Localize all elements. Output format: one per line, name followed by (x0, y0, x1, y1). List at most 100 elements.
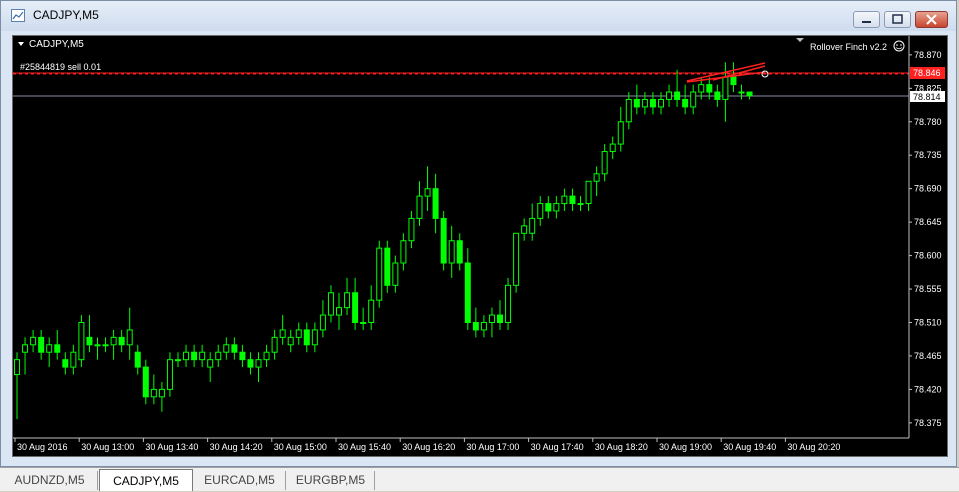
time-tick-label: 30 Aug 20:20 (787, 442, 840, 452)
candle (432, 173, 439, 234)
candle (239, 344, 246, 368)
candle (166, 352, 173, 397)
candle (641, 92, 648, 115)
candle (142, 359, 149, 405)
tab-eurgbp-m5[interactable]: EURGBP,M5 (287, 471, 375, 490)
candle (271, 329, 278, 360)
candle (327, 285, 334, 323)
candle (46, 337, 53, 368)
window-title: CADJPY,M5 (33, 8, 99, 22)
candle (62, 352, 69, 375)
candle (78, 315, 85, 368)
time-tick-label: 30 Aug 19:40 (723, 442, 776, 452)
candle (480, 315, 487, 338)
candle (255, 352, 262, 382)
candle (464, 248, 471, 330)
candle (714, 84, 721, 107)
candle (30, 329, 37, 353)
candle (150, 374, 157, 405)
candle (488, 307, 495, 338)
candle (134, 344, 141, 375)
price-tick-label: 78.870 (914, 50, 942, 60)
candle (223, 337, 230, 360)
candle (513, 232, 520, 293)
candle (561, 188, 568, 211)
title-bar[interactable]: CADJPY,M5 (1, 1, 956, 31)
candle (22, 337, 29, 375)
close-button[interactable] (915, 11, 948, 28)
candle (593, 166, 600, 197)
candle (158, 381, 165, 412)
tab-cadjpy-m5[interactable]: CADJPY,M5 (99, 469, 193, 491)
chart-shift-marker-icon (796, 38, 804, 42)
time-tick-label: 30 Aug 16:20 (402, 442, 455, 452)
candle (38, 329, 45, 360)
candle (545, 196, 552, 219)
candle (102, 337, 109, 353)
candle (392, 255, 399, 293)
time-tick-label: 30 Aug 14:20 (210, 442, 263, 452)
candle (553, 196, 560, 219)
candle (191, 344, 198, 368)
candle (746, 91, 753, 100)
candle (569, 188, 576, 211)
price-tick-label: 78.555 (914, 284, 942, 294)
candle (360, 307, 367, 330)
tab-eurcad-m5[interactable]: EURCAD,M5 (194, 471, 286, 490)
price-tick-label: 78.600 (914, 251, 942, 261)
order-price-tag-label: 78.846 (913, 68, 941, 78)
time-tick-label: 30 Aug 19:00 (659, 442, 712, 452)
candle (231, 337, 238, 360)
tab-audnzd-m5[interactable]: AUDNZD,M5 (2, 471, 98, 490)
maximize-button[interactable] (884, 11, 911, 28)
candle (118, 329, 125, 353)
candle (730, 62, 737, 93)
price-tick-label: 78.465 (914, 351, 942, 361)
time-tick-label: 30 Aug 2016 (17, 442, 68, 452)
price-tick-label: 78.690 (914, 184, 942, 194)
price-chart[interactable]: 78.870 78.825 78.780 78.735 78.690 78.645 78.6… (12, 35, 948, 457)
candle (633, 84, 640, 115)
price-tick-label: 78.510 (914, 317, 942, 327)
candle (625, 92, 632, 130)
candle (215, 344, 222, 368)
candle (70, 344, 77, 375)
candle (738, 84, 745, 100)
candle (617, 106, 624, 152)
candle (601, 144, 608, 182)
candle (54, 329, 61, 360)
candle (14, 352, 20, 420)
candle (352, 277, 359, 330)
time-tick-label: 30 Aug 15:40 (338, 442, 391, 452)
candle (658, 92, 664, 115)
chart-tabs-bar: AUDNZD,M5 CADJPY,M5 EURCAD,M5 EURGBP,M5 (0, 467, 959, 491)
smiley-icon (893, 40, 905, 52)
time-tick-label: 30 Aug 17:40 (531, 442, 584, 452)
minimize-icon (862, 21, 871, 23)
candle (207, 352, 214, 382)
candle (416, 181, 423, 226)
time-tick-label: 30 Aug 13:00 (81, 442, 134, 452)
candle (505, 277, 512, 330)
candle (408, 210, 415, 249)
time-tick-label: 30 Aug 18:20 (595, 442, 648, 452)
time-tick-label: 30 Aug 13:40 (145, 442, 198, 452)
candle (682, 84, 689, 115)
candle (440, 210, 447, 271)
price-tick-label: 78.780 (914, 117, 942, 127)
candle (384, 240, 391, 293)
time-tick-label: 30 Aug 15:00 (274, 442, 327, 452)
chart-symbol: CADJPY,M5 (29, 39, 84, 50)
candle (344, 277, 351, 316)
candle (649, 92, 656, 115)
candles-layer (14, 62, 753, 420)
candle (521, 218, 528, 241)
candle (577, 196, 584, 211)
candle (368, 285, 375, 330)
candle (666, 84, 673, 107)
candle (110, 329, 117, 360)
maximize-icon (892, 14, 903, 24)
candle (336, 292, 342, 330)
minimize-button[interactable] (853, 11, 880, 28)
candle (247, 352, 254, 375)
